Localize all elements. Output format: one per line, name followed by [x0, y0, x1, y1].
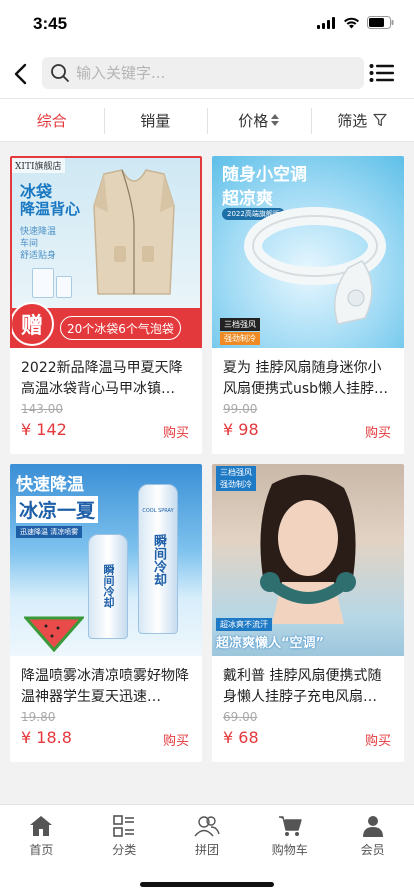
home-icon — [30, 816, 53, 836]
category-icon — [113, 815, 135, 837]
sort-tab-label: 综合 — [36, 111, 67, 130]
nav-label: 分类 — [112, 843, 137, 857]
product-original-price: 19.80 — [21, 710, 56, 724]
product-price: ¥ 18.8 — [21, 728, 72, 747]
product-original-price: 143.00 — [21, 402, 63, 416]
search-box[interactable] — [42, 57, 364, 89]
product-price: ¥ 98 — [223, 420, 259, 439]
status-icons — [317, 16, 394, 29]
nav-item-home[interactable]: 首页 — [0, 805, 83, 896]
nav-label: 购物车 — [271, 843, 308, 857]
product-title[interactable]: 夏为 挂脖风扇随身迷你小风扇便携式usb懒人挂脖… — [223, 358, 393, 400]
promo-line1: 快速降温 — [16, 475, 84, 495]
product-price: ¥ 68 — [223, 728, 259, 747]
nav-label: 首页 — [29, 843, 54, 857]
product-card[interactable]: 三档强风 强劲制冷 超冰爽不流汗 超凉爽懒人“空调” 戴利普 挂脖风扇便携式随身… — [212, 464, 404, 762]
sort-updown-icon — [271, 114, 280, 126]
buy-button[interactable]: 购买 — [365, 730, 391, 749]
can-label: 瞬间冷却 — [102, 564, 115, 608]
sort-tab-label: 筛选 — [337, 111, 368, 130]
promo-line2: 降温背心 — [20, 200, 81, 218]
cart-icon — [278, 816, 302, 836]
search-header — [0, 50, 414, 98]
search-icon — [51, 64, 69, 82]
sort-bar: 综合 销量 价格 筛选 — [0, 98, 414, 142]
neck-fan-illustration — [244, 207, 386, 325]
back-arrow-icon — [14, 63, 27, 85]
product-original-price: 99.00 — [223, 402, 258, 416]
signal-icon — [317, 16, 335, 29]
list-icon — [369, 64, 394, 82]
product-card[interactable]: 快速降温 冰凉一夏 迅速降温 清凉喷雾 瞬间冷却 瞬间冷却 COOL SPRAY… — [10, 464, 202, 762]
buy-button[interactable]: 购买 — [163, 422, 189, 441]
product-title[interactable]: 2022新品降温马甲夏天降高温冰袋背心马甲冰镇… — [21, 358, 191, 400]
product-card[interactable]: 随身小空调 超凉爽 2022高端旗舰版 三档强风 强劲制冷 夏为 挂脖风扇随身迷… — [212, 156, 404, 454]
promo-line1: 超凉爽懒人“空调” — [216, 636, 325, 651]
nav-label: 会员 — [360, 843, 385, 857]
product-price: ¥ 142 — [21, 420, 67, 439]
battery-icon — [367, 16, 394, 29]
feature-tag: 强劲制冷 — [220, 332, 260, 345]
watermelon-illustration — [24, 616, 84, 652]
search-input[interactable] — [76, 64, 346, 82]
product-title[interactable]: 降温喷雾冰清凉喷雾好物降温神器学生夏天迅速… — [21, 666, 191, 708]
vest-illustration — [93, 169, 175, 295]
sort-tab-price[interactable]: 价格 — [207, 99, 311, 141]
status-time: 3:45 — [33, 14, 68, 33]
product-title[interactable]: 戴利普 挂脖风扇便携式随身懒人挂脖子充电风扇… — [223, 666, 393, 708]
list-menu-button[interactable] — [369, 62, 395, 84]
product-image-neck-fan[interactable]: 随身小空调 超凉爽 2022高端旗舰版 三档强风 强劲制冷 — [212, 156, 404, 348]
sort-tab-label: 价格 — [238, 111, 269, 130]
member-icon — [362, 816, 383, 837]
can-brand: COOL SPRAY — [142, 508, 174, 514]
sort-tab-sales[interactable]: 销量 — [103, 99, 208, 141]
ice-pack-illustration — [32, 268, 54, 298]
status-bar: 3:45 — [0, 0, 414, 50]
can-label: 瞬间冷却 — [151, 534, 166, 586]
promo-sub: 迅速降温 清凉喷雾 — [16, 526, 83, 538]
buy-button[interactable]: 购买 — [365, 422, 391, 441]
feature-tag: 超冰爽不流汗 — [216, 618, 272, 631]
wifi-icon — [344, 17, 359, 28]
filter-icon — [373, 113, 387, 127]
product-image-cooling-spray[interactable]: 快速降温 冰凉一夏 迅速降温 清凉喷雾 瞬间冷却 瞬间冷却 COOL SPRAY — [10, 464, 202, 656]
gift-badge: 赠 — [12, 302, 54, 346]
sort-tab-comprehensive[interactable]: 综合 — [0, 99, 104, 141]
sort-tab-filter[interactable]: 筛选 — [310, 99, 414, 141]
home-indicator — [140, 882, 274, 887]
gift-banner-text: 20个冰袋6个气泡袋 — [60, 316, 181, 340]
product-image-neck-fan-model[interactable]: 三档强风 强劲制冷 超冰爽不流汗 超凉爽懒人“空调” — [212, 464, 404, 656]
nav-label: 拼团 — [194, 843, 219, 857]
sort-tab-label: 销量 — [140, 111, 171, 130]
back-button[interactable] — [10, 60, 34, 88]
product-original-price: 69.00 — [223, 710, 258, 724]
product-image-cooling-vest[interactable]: XITI旗舰店 冰袋 降温背心 快速降温 车间 舒适贴身 赠 20个冰袋6个气泡… — [10, 156, 202, 348]
store-name: XITI旗舰店 — [12, 158, 65, 173]
gift-badge-text: 赠 — [20, 314, 43, 339]
feature-tag: 三档强风 — [220, 318, 260, 331]
promo-line2: 冰凉一夏 — [16, 496, 99, 523]
product-card[interactable]: XITI旗舰店 冰袋 降温背心 快速降温 车间 舒适贴身 赠 20个冰袋6个气泡… — [10, 156, 202, 454]
ice-pack-illustration — [56, 276, 72, 298]
buy-button[interactable]: 购买 — [163, 730, 189, 749]
nav-item-member[interactable]: 会员 — [331, 805, 414, 896]
bottom-nav: 首页 分类 拼团 购物车 会员 — [0, 804, 414, 896]
group-icon — [194, 816, 220, 837]
promo-line1: 随身小空调 — [222, 165, 307, 185]
promo-tag: 舒适贴身 — [20, 251, 57, 261]
